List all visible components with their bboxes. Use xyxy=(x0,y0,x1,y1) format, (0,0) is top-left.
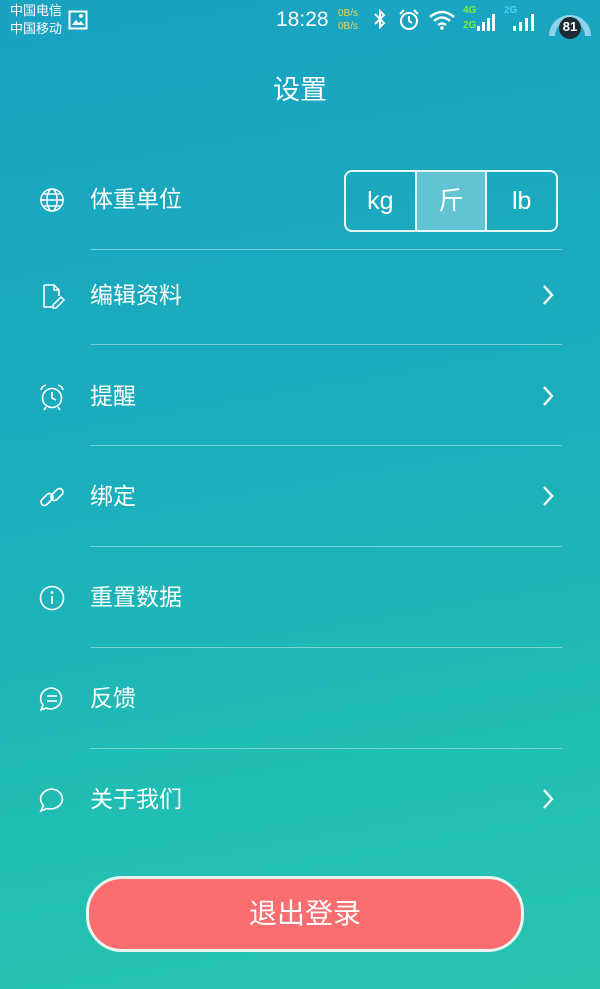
settings-item-edit-profile[interactable]: 编辑资料 xyxy=(0,246,600,346)
unit-option-kg[interactable]: kg xyxy=(346,172,415,230)
settings-item-label: 重置数据 xyxy=(90,585,182,611)
settings-item-label: 提醒 xyxy=(90,384,136,410)
net-speed: 0B/s 0B/s xyxy=(338,7,358,33)
settings-item-label: 关于我们 xyxy=(90,787,182,813)
unit-option-jin[interactable]: 斤 xyxy=(414,172,486,230)
settings-item-about-us[interactable]: 关于我们 xyxy=(0,750,600,850)
net-speed-down: 0B/s xyxy=(338,21,359,32)
page-title: 设置 xyxy=(273,75,327,106)
carrier-names: 中国电信 中国移动 xyxy=(10,3,62,39)
carrier-2: 中国移动 xyxy=(10,22,63,37)
bluetooth-icon xyxy=(374,8,386,30)
image-icon xyxy=(68,10,88,30)
divider xyxy=(90,344,562,345)
clock-time: 18:28 xyxy=(276,8,329,31)
signal-icon xyxy=(477,14,495,31)
chat-bubble-icon xyxy=(39,788,64,813)
settings-item-feedback[interactable]: 反馈 xyxy=(0,649,600,749)
battery-level: 81 xyxy=(562,19,578,34)
info-icon xyxy=(39,585,65,611)
logout-button[interactable]: 退出登录 xyxy=(86,876,524,952)
alarm-clock-icon xyxy=(40,384,64,411)
net-2g-tag-a: 2G xyxy=(463,20,477,31)
carrier-1: 中国电信 xyxy=(10,4,63,19)
status-bar: 中国电信 中国移动 18:28 0B/s 0B/s 4G 2G 2G 81 xyxy=(0,0,600,44)
divider xyxy=(90,748,562,749)
settings-item-reset-data[interactable]: 重置数据 xyxy=(0,548,600,648)
settings-item-reminder[interactable]: 提醒 xyxy=(0,347,600,447)
settings-item-bind[interactable]: 绑定 xyxy=(0,447,600,547)
link-icon xyxy=(40,487,64,507)
feedback-icon xyxy=(39,687,63,712)
chevron-right-icon xyxy=(543,285,554,305)
weight-unit-label: 体重单位 xyxy=(90,187,182,213)
settings-item-label: 绑定 xyxy=(90,484,136,510)
wifi-icon xyxy=(429,10,455,30)
chevron-right-icon xyxy=(543,486,554,506)
net-4g-tag: 4G xyxy=(463,5,477,16)
divider xyxy=(90,546,562,547)
globe-icon xyxy=(40,188,64,212)
settings-item-label: 反馈 xyxy=(90,686,136,712)
divider xyxy=(90,445,562,446)
alarm-icon xyxy=(399,9,419,30)
settings-item-label: 编辑资料 xyxy=(90,283,182,309)
unit-option-lb[interactable]: lb xyxy=(485,172,556,230)
weight-unit-selector: kg 斤 lb xyxy=(344,170,558,232)
divider xyxy=(90,647,562,648)
edit-document-icon xyxy=(43,284,66,309)
signal-icon-2 xyxy=(513,14,534,31)
chevron-right-icon xyxy=(543,386,554,406)
battery-icon: 81 xyxy=(548,6,592,44)
chevron-right-icon xyxy=(543,789,554,809)
net-speed-up: 0B/s xyxy=(338,8,359,19)
